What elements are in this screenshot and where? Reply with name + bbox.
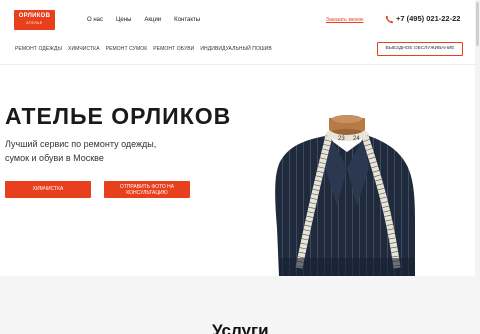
callback-link[interactable]: Заказать звонок	[326, 16, 363, 24]
logo-name: ОРЛИКОВ	[18, 13, 51, 19]
phone-number: +7 (495) 021-22-22	[396, 14, 461, 23]
services-nav: РЕМОНТ ОДЕЖДЫ ХИМЧИСТКА РЕМОНТ СУМОК РЕМ…	[15, 45, 278, 53]
send-photo-button[interactable]: ОТПРАВИТЬ ФОТО НА КОНСУЛЬТАЦИЮ	[104, 181, 190, 198]
nav-link-promotions[interactable]: Акции	[144, 16, 161, 24]
hero-title: АТЕЛЬЕ ОРЛИКОВ	[5, 103, 232, 129]
subnav-dry-cleaning[interactable]: ХИМЧИСТКА	[68, 45, 100, 53]
subnav-tailoring[interactable]: ИНДИВИДУАЛЬНЫЙ ПОШИВ	[200, 45, 271, 53]
nav-link-prices[interactable]: Цены	[116, 16, 131, 24]
header-divider	[0, 64, 480, 65]
hero-subtitle: Лучший сервис по ремонту одежды, сумок и…	[5, 139, 157, 163]
nav-link-about[interactable]: О нас	[87, 16, 103, 24]
logo-tagline: АТЕЛЬЕ	[26, 21, 43, 25]
svg-text:23: 23	[338, 136, 345, 142]
nav-link-contacts[interactable]: Контакты	[174, 16, 200, 24]
page: ОРЛИКОВ АТЕЛЬЕ О нас Цены Акции Контакты…	[0, 0, 480, 334]
subnav-shoe-repair[interactable]: РЕМОНТ ОБУВИ	[153, 45, 194, 53]
scrollbar[interactable]	[475, 0, 480, 334]
mannequin-image: 23 24	[275, 115, 415, 276]
dry-cleaning-button[interactable]: ХИМЧИСТКА	[5, 181, 91, 198]
logo[interactable]: ОРЛИКОВ АТЕЛЬЕ	[14, 10, 55, 30]
services-title: Услуги	[212, 321, 269, 334]
svg-text:24: 24	[353, 136, 360, 142]
subnav-clothing-repair[interactable]: РЕМОНТ ОДЕЖДЫ	[15, 45, 62, 53]
onsite-service-button[interactable]: ВЫЕЗДНОЕ ОБСЛУЖИВАНИЕ	[377, 42, 463, 56]
phone-link[interactable]: +7 (495) 021-22-22	[385, 13, 460, 25]
top-nav: О нас Цены Акции Контакты	[87, 16, 213, 24]
phone-icon	[385, 15, 394, 23]
subnav-bag-repair[interactable]: РЕМОНТ СУМОК	[106, 45, 148, 53]
scrollbar-thumb[interactable]	[476, 2, 479, 46]
